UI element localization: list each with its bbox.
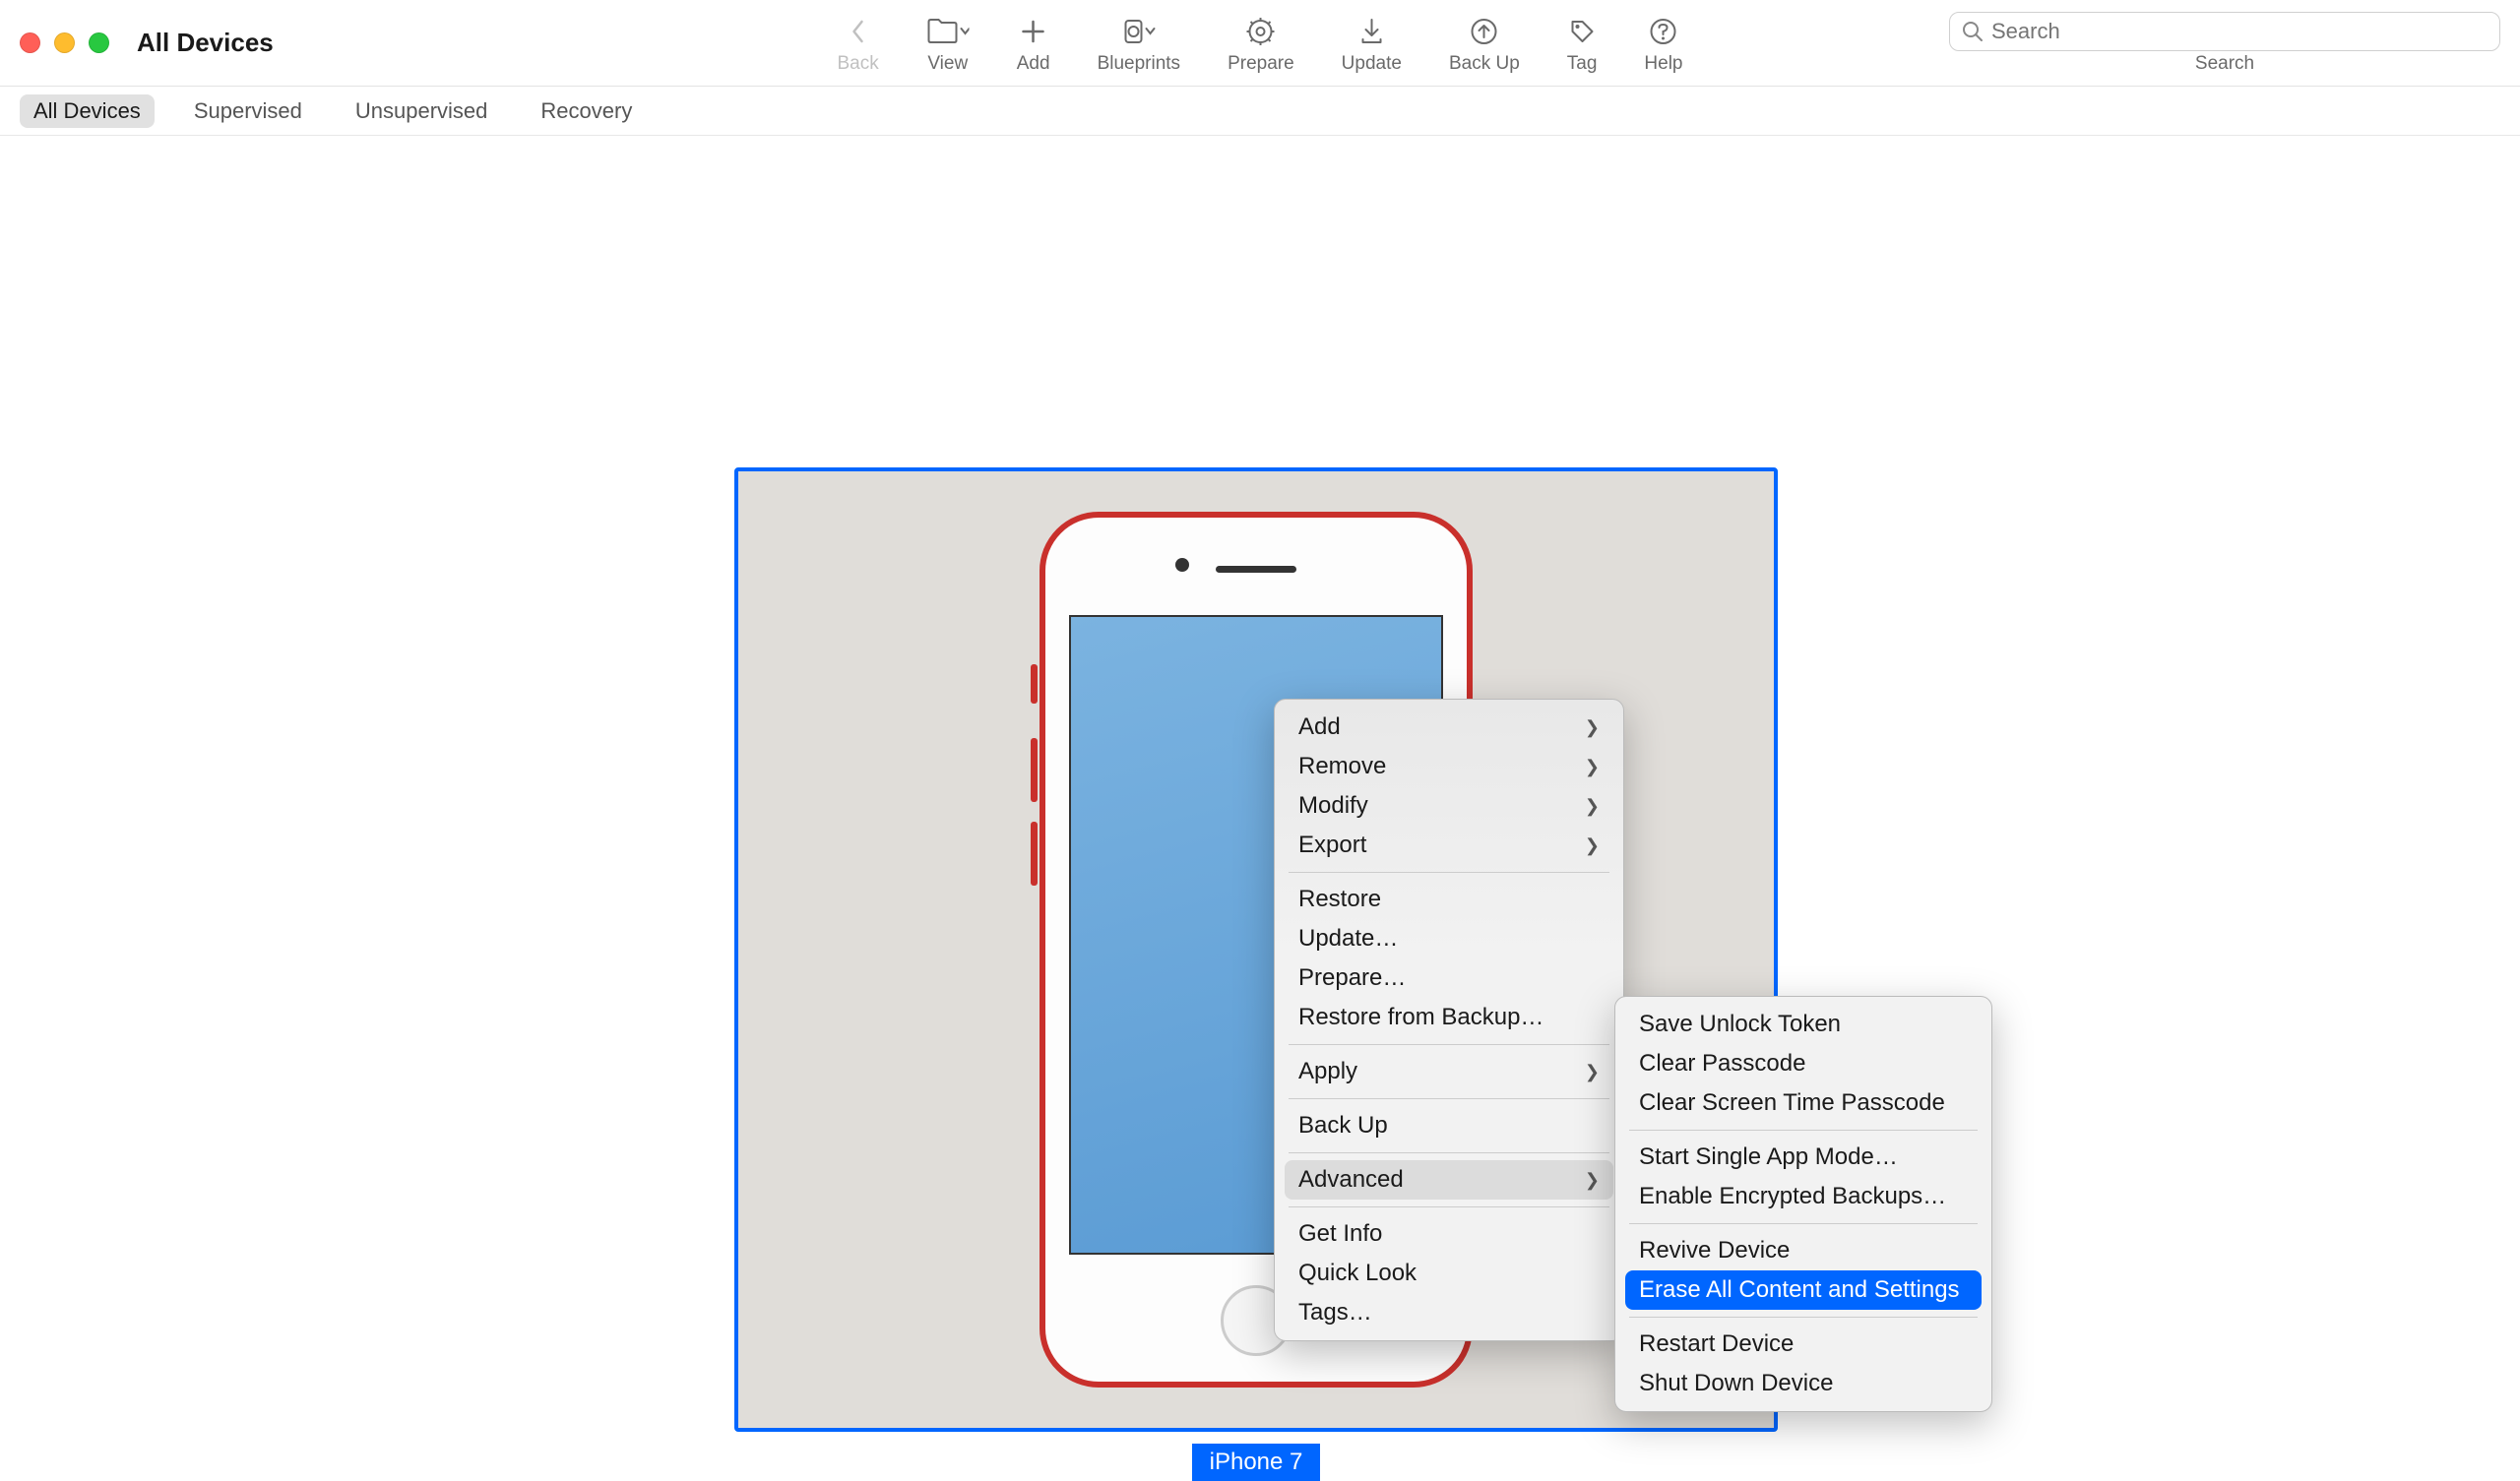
menu-remove[interactable]: Remove ❯ bbox=[1275, 747, 1623, 786]
plus-icon bbox=[1021, 12, 1046, 51]
menu-modify[interactable]: Modify ❯ bbox=[1275, 786, 1623, 826]
submenu-encrypted-backups[interactable]: Enable Encrypted Backups… bbox=[1615, 1177, 1991, 1216]
window-title: All Devices bbox=[137, 28, 274, 58]
upload-circle-icon bbox=[1470, 12, 1499, 51]
submenu-separator bbox=[1629, 1317, 1978, 1318]
maximize-button[interactable] bbox=[89, 32, 109, 53]
menu-add[interactable]: Add ❯ bbox=[1275, 708, 1623, 747]
toolbar: Back View Add Blueprints Prepare bbox=[814, 12, 1707, 75]
submenu-revive[interactable]: Revive Device bbox=[1615, 1231, 1991, 1270]
search-input-wrap[interactable] bbox=[1949, 12, 2500, 51]
submenu-clear-passcode[interactable]: Clear Passcode bbox=[1615, 1044, 1991, 1083]
device-name-label[interactable]: iPhone 7 bbox=[1192, 1444, 1320, 1481]
view-button[interactable]: View bbox=[903, 12, 993, 75]
chevron-right-icon: ❯ bbox=[1585, 1062, 1600, 1082]
chevron-left-icon bbox=[849, 12, 868, 51]
menu-separator bbox=[1289, 1206, 1609, 1207]
tag-icon bbox=[1567, 12, 1597, 51]
blueprints-button[interactable]: Blueprints bbox=[1074, 12, 1205, 75]
gear-icon bbox=[1246, 12, 1276, 51]
submenu-restart[interactable]: Restart Device bbox=[1615, 1325, 1991, 1364]
menu-separator bbox=[1289, 1098, 1609, 1099]
menu-quick-look[interactable]: Quick Look bbox=[1275, 1254, 1623, 1293]
blueprint-icon bbox=[1117, 12, 1161, 51]
search-icon bbox=[1962, 21, 1984, 42]
chevron-right-icon: ❯ bbox=[1585, 835, 1600, 856]
menu-apply[interactable]: Apply ❯ bbox=[1275, 1052, 1623, 1091]
filter-supervised[interactable]: Supervised bbox=[180, 94, 316, 128]
search-input[interactable] bbox=[1991, 19, 2488, 44]
search-label: Search bbox=[2195, 53, 2254, 75]
filter-bar: All Devices Supervised Unsupervised Reco… bbox=[0, 87, 2520, 136]
backup-button[interactable]: Back Up bbox=[1425, 12, 1544, 75]
filter-recovery[interactable]: Recovery bbox=[527, 94, 646, 128]
help-button[interactable]: Help bbox=[1620, 12, 1706, 75]
menu-backup[interactable]: Back Up bbox=[1275, 1106, 1623, 1145]
menu-export[interactable]: Export ❯ bbox=[1275, 826, 1623, 865]
main-area: iPhone 7 bbox=[0, 136, 2520, 1432]
menu-restore-backup[interactable]: Restore from Backup… bbox=[1275, 998, 1623, 1037]
prepare-button[interactable]: Prepare bbox=[1204, 12, 1318, 75]
chevron-right-icon: ❯ bbox=[1585, 1170, 1600, 1191]
submenu-shutdown[interactable]: Shut Down Device bbox=[1615, 1364, 1991, 1403]
submenu-separator bbox=[1629, 1130, 1978, 1131]
filter-all-devices[interactable]: All Devices bbox=[20, 94, 155, 128]
menu-update[interactable]: Update… bbox=[1275, 919, 1623, 958]
filter-unsupervised[interactable]: Unsupervised bbox=[342, 94, 502, 128]
download-icon bbox=[1358, 12, 1384, 51]
context-menu: Add ❯ Remove ❯ Modify ❯ Export ❯ Restore… bbox=[1274, 699, 1624, 1341]
menu-separator bbox=[1289, 872, 1609, 873]
menu-separator bbox=[1289, 1044, 1609, 1045]
submenu-erase[interactable]: Erase All Content and Settings bbox=[1625, 1270, 1982, 1310]
menu-advanced[interactable]: Advanced ❯ bbox=[1285, 1160, 1613, 1200]
menu-prepare[interactable]: Prepare… bbox=[1275, 958, 1623, 998]
minimize-button[interactable] bbox=[54, 32, 75, 53]
submenu-save-token[interactable]: Save Unlock Token bbox=[1615, 1005, 1991, 1044]
chevron-right-icon: ❯ bbox=[1585, 796, 1600, 817]
menu-restore[interactable]: Restore bbox=[1275, 880, 1623, 919]
search-box: Search bbox=[1949, 12, 2500, 75]
chevron-right-icon: ❯ bbox=[1585, 717, 1600, 738]
traffic-lights bbox=[20, 32, 109, 53]
titlebar: All Devices Back View Add Blueprints bbox=[0, 0, 2520, 87]
submenu-separator bbox=[1629, 1223, 1978, 1224]
add-button[interactable]: Add bbox=[993, 12, 1074, 75]
update-button[interactable]: Update bbox=[1318, 12, 1425, 75]
menu-get-info[interactable]: Get Info bbox=[1275, 1214, 1623, 1254]
chevron-right-icon: ❯ bbox=[1585, 757, 1600, 777]
menu-tags[interactable]: Tags… bbox=[1275, 1293, 1623, 1332]
back-button[interactable]: Back bbox=[814, 12, 903, 75]
help-icon bbox=[1649, 12, 1678, 51]
menu-separator bbox=[1289, 1152, 1609, 1153]
close-button[interactable] bbox=[20, 32, 40, 53]
tag-button[interactable]: Tag bbox=[1544, 12, 1621, 75]
advanced-submenu: Save Unlock Token Clear Passcode Clear S… bbox=[1614, 996, 1992, 1412]
submenu-single-app[interactable]: Start Single App Mode… bbox=[1615, 1138, 1991, 1177]
submenu-clear-screen-time[interactable]: Clear Screen Time Passcode bbox=[1615, 1083, 1991, 1123]
folder-icon bbox=[926, 12, 970, 51]
